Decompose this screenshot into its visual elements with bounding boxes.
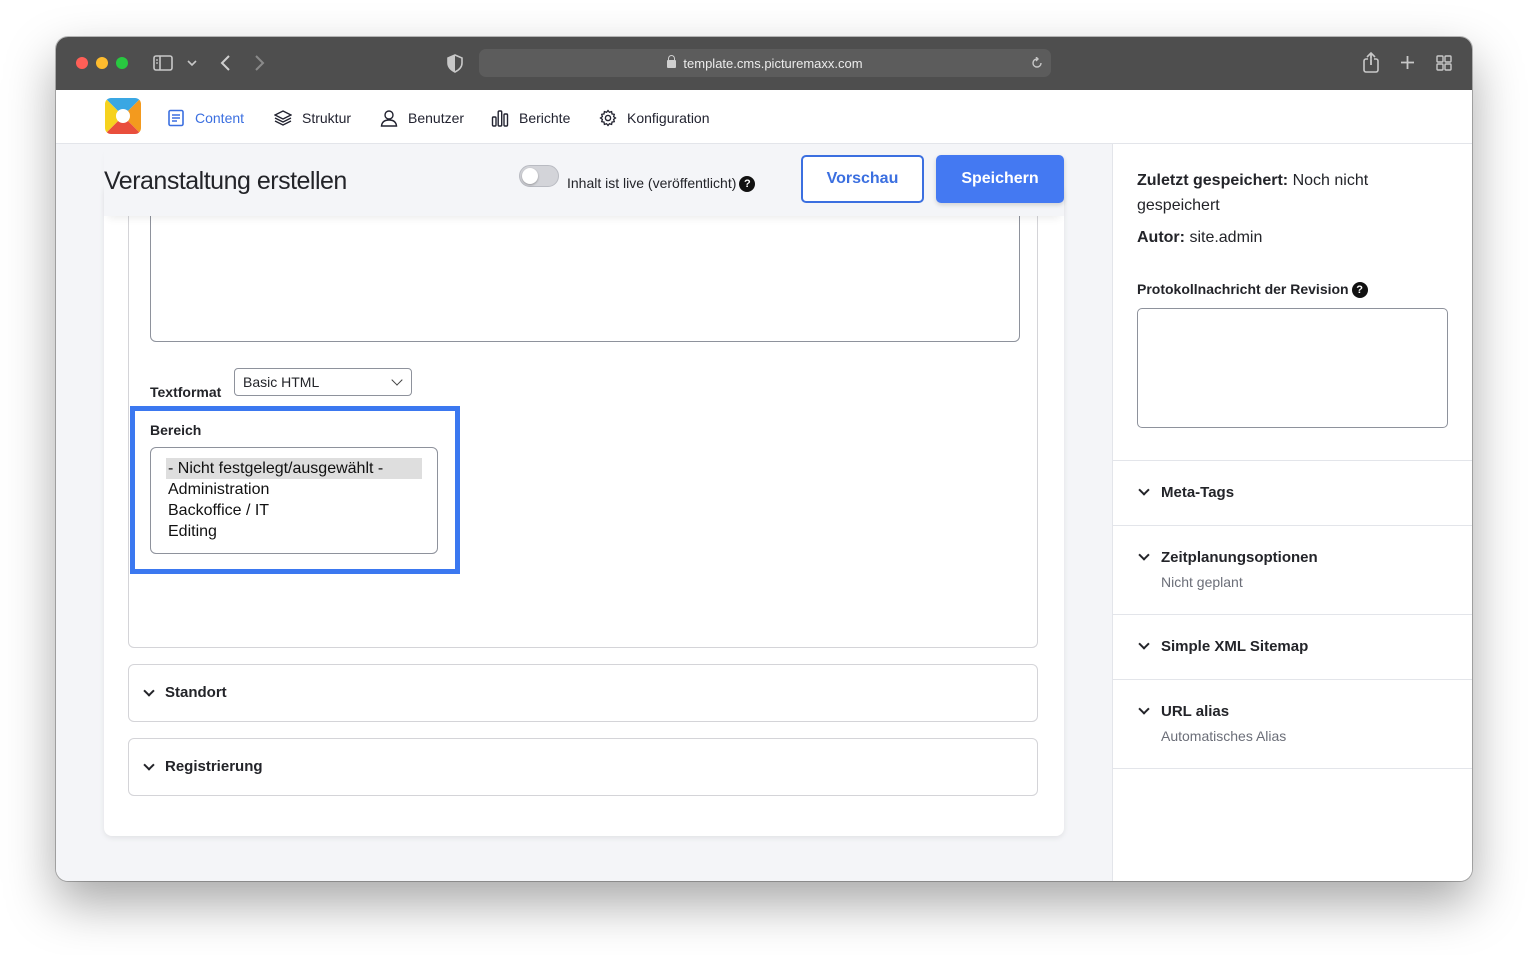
textformat-value: Basic HTML bbox=[243, 374, 320, 390]
nav-konfiguration-label: Konfiguration bbox=[627, 110, 710, 126]
nav-content[interactable]: Content bbox=[167, 108, 244, 128]
bereich-option[interactable]: - Nicht festgelegt/ausgewählt - bbox=[166, 458, 422, 479]
divider bbox=[1113, 460, 1472, 461]
nav-berichte-label: Berichte bbox=[519, 110, 571, 126]
revision-log-label-text: Protokollnachricht der Revision bbox=[1137, 281, 1349, 297]
last-saved: Zuletzt gespeichert: Noch nicht bbox=[1137, 168, 1368, 193]
back-icon[interactable] bbox=[219, 54, 231, 72]
page-title: Veranstaltung erstellen bbox=[104, 167, 347, 195]
meta-sidebar: Zuletzt gespeichert: Noch nicht gespeich… bbox=[1112, 144, 1472, 881]
chevron-down-icon bbox=[1138, 484, 1150, 496]
close-window-button[interactable] bbox=[76, 57, 88, 69]
url-text: template.cms.picturemaxx.com bbox=[683, 56, 863, 71]
panel-scheduling-summary: Nicht geplant bbox=[1161, 574, 1243, 590]
panel-xml-sitemap[interactable]: Simple XML Sitemap bbox=[1161, 638, 1308, 655]
panel-scheduling[interactable]: Zeitplanungsoptionen bbox=[1161, 549, 1318, 566]
panel-url-alias[interactable]: URL alias bbox=[1161, 703, 1229, 720]
forward-icon[interactable] bbox=[254, 54, 266, 72]
user-icon bbox=[380, 110, 398, 127]
nav-berichte[interactable]: Berichte bbox=[491, 108, 570, 128]
sidebar-toggle-icon[interactable] bbox=[153, 55, 173, 71]
browser-window: template.cms.picturemaxx.com Content Str… bbox=[56, 37, 1472, 881]
textformat-label: Textformat bbox=[150, 384, 222, 400]
nav-content-label: Content bbox=[195, 110, 245, 126]
chevron-down-icon bbox=[143, 759, 155, 771]
form-card: Textformat Basic HTML Bereich - Nicht fe… bbox=[104, 164, 1064, 836]
last-saved-label: Zuletzt gespeichert: bbox=[1137, 172, 1289, 189]
chevron-down-icon[interactable] bbox=[187, 60, 197, 67]
last-saved-continued: gespeichert bbox=[1137, 197, 1220, 214]
address-bar[interactable]: template.cms.picturemaxx.com bbox=[479, 49, 1051, 77]
admin-toolbar: Content Struktur Benutzer Berichte Konfi… bbox=[56, 90, 1472, 144]
divider bbox=[1113, 525, 1472, 526]
chevron-down-icon bbox=[1138, 638, 1150, 650]
save-button[interactable]: Speichern bbox=[936, 155, 1064, 203]
reload-icon[interactable] bbox=[1031, 57, 1043, 69]
panel-meta-tags[interactable]: Meta-Tags bbox=[1161, 484, 1234, 501]
layers-icon bbox=[274, 110, 292, 126]
gear-icon bbox=[599, 109, 617, 127]
publish-toggle[interactable] bbox=[519, 165, 559, 187]
publish-status-label: Inhalt ist live (veröffentlicht) bbox=[567, 175, 737, 191]
divider bbox=[1113, 679, 1472, 680]
bereich-label: Bereich bbox=[150, 422, 202, 438]
lock-icon bbox=[667, 55, 677, 68]
chevron-down-icon bbox=[143, 685, 155, 697]
nav-konfiguration[interactable]: Konfiguration bbox=[599, 108, 710, 128]
standort-title: Standort bbox=[165, 684, 227, 701]
bereich-option[interactable]: Backoffice / IT bbox=[166, 500, 422, 521]
body-details: Textformat Basic HTML Bereich - Nicht fe… bbox=[128, 164, 1038, 648]
privacy-shield-icon[interactable] bbox=[447, 54, 463, 73]
chevron-down-icon bbox=[1138, 703, 1150, 715]
revision-log-textarea[interactable] bbox=[1137, 308, 1448, 428]
registrierung-title: Registrierung bbox=[165, 758, 263, 775]
author-label: Autor: bbox=[1137, 229, 1185, 246]
author-value: site.admin bbox=[1189, 229, 1263, 246]
nav-benutzer-label: Benutzer bbox=[408, 110, 465, 126]
new-tab-icon[interactable] bbox=[1400, 55, 1415, 70]
nav-struktur[interactable]: Struktur bbox=[274, 108, 351, 128]
minimize-window-button[interactable] bbox=[96, 57, 108, 69]
chevron-down-icon bbox=[391, 374, 403, 386]
registrierung-section[interactable]: Registrierung bbox=[128, 738, 1038, 796]
divider bbox=[1113, 768, 1472, 769]
revision-log-label: Protokollnachricht der Revision? bbox=[1137, 281, 1368, 298]
site-logo[interactable] bbox=[105, 98, 141, 134]
main-content: Veranstaltung erstellen Inhalt ist live … bbox=[56, 144, 1112, 881]
nav-struktur-label: Struktur bbox=[302, 110, 352, 126]
bereich-option[interactable]: Administration bbox=[166, 479, 422, 500]
share-icon[interactable] bbox=[1362, 52, 1380, 73]
nav-benutzer[interactable]: Benutzer bbox=[380, 108, 464, 128]
document-icon bbox=[168, 109, 184, 127]
browser-titlebar: template.cms.picturemaxx.com bbox=[56, 37, 1472, 90]
tab-overview-icon[interactable] bbox=[1436, 55, 1452, 71]
last-saved-value: Noch nicht bbox=[1292, 172, 1369, 189]
bar-chart-icon bbox=[491, 110, 509, 127]
textformat-select[interactable]: Basic HTML bbox=[234, 368, 412, 396]
preview-button[interactable]: Vorschau bbox=[801, 155, 924, 203]
help-icon[interactable]: ? bbox=[1351, 282, 1368, 298]
publish-status: Inhalt ist live (veröffentlicht)? bbox=[567, 175, 756, 192]
standort-section[interactable]: Standort bbox=[128, 664, 1038, 722]
bereich-option[interactable]: Editing bbox=[166, 521, 422, 542]
page-header: Veranstaltung erstellen Inhalt ist live … bbox=[104, 144, 1064, 216]
chevron-down-icon bbox=[1138, 549, 1150, 561]
divider bbox=[1113, 614, 1472, 615]
zoom-window-button[interactable] bbox=[116, 57, 128, 69]
panel-url-alias-summary: Automatisches Alias bbox=[1161, 728, 1287, 744]
author: Autor: site.admin bbox=[1137, 225, 1262, 250]
help-icon[interactable]: ? bbox=[739, 176, 756, 192]
bereich-listbox[interactable]: - Nicht festgelegt/ausgewählt - Administ… bbox=[150, 447, 438, 554]
